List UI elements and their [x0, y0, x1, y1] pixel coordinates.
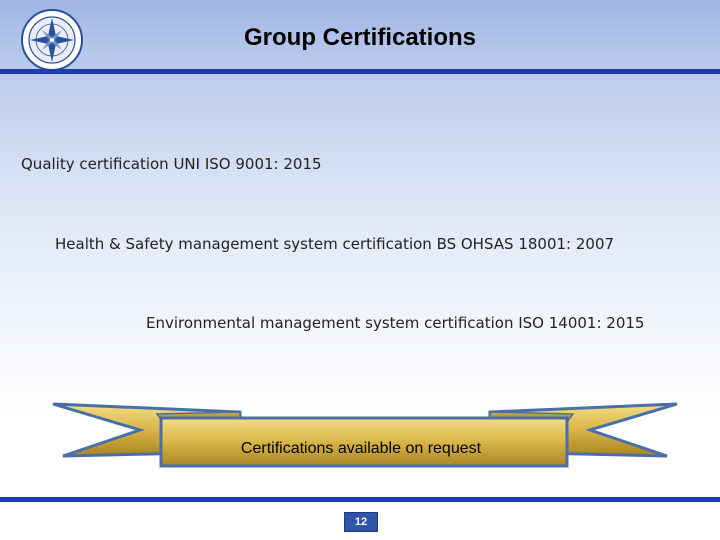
page-number-badge: 12: [344, 512, 378, 532]
certification-environmental: Environmental management system certific…: [146, 314, 645, 332]
footer-divider: [0, 497, 720, 502]
certification-health-safety: Health & Safety management system certif…: [55, 235, 615, 253]
certification-quality: Quality certification UNI ISO 9001: 2015: [21, 155, 322, 173]
header-divider: [0, 69, 720, 74]
compass-rose-logo-icon: [21, 9, 83, 71]
ribbon-banner: [52, 402, 678, 468]
page-title: Group Certifications: [243, 24, 477, 51]
company-logo: [20, 8, 84, 72]
banner-text: Certifications available on request: [240, 440, 482, 457]
